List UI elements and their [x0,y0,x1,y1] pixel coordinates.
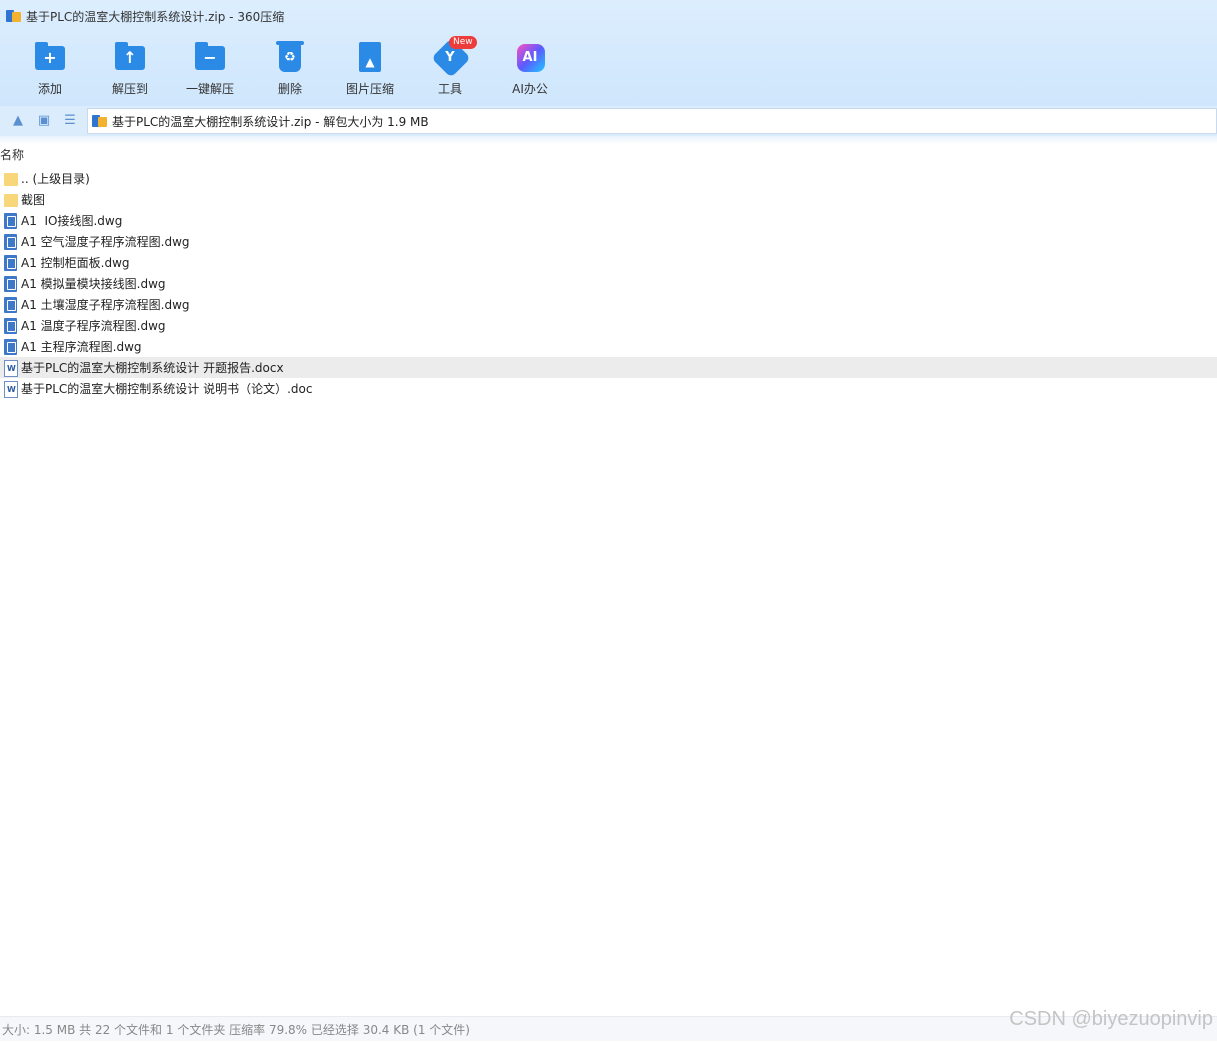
file-name: 基于PLC的温室大棚控制系统设计 开题报告.docx [21,361,284,375]
archive-icon [92,113,108,129]
app-window: 基于PLC的温室大棚控制系统设计.zip - 360压缩 + 添加 ↑ 解压到 … [0,0,1217,1042]
tools-button[interactable]: Y New 工具 [410,36,490,100]
title-bar: 基于PLC的温室大棚控制系统设计.zip - 360压缩 [0,0,1217,32]
folder-icon [4,192,18,208]
tools-label: 工具 [437,82,462,96]
image-compress-label: 图片压缩 [345,82,394,96]
dwg-file-icon [4,338,18,355]
file-name: A1 IO接线图.dwg [21,214,123,228]
folder-icon [4,171,18,187]
tools-icon: Y New [431,36,477,78]
file-name: A1 空气湿度子程序流程图.dwg [21,235,190,249]
file-row[interactable]: A1 空气湿度子程序流程图.dwg [0,231,1217,252]
file-row[interactable]: A1 土壤湿度子程序流程图.dwg [0,294,1217,315]
file-row[interactable]: A1 模拟量模块接线图.dwg [0,273,1217,294]
add-folder-icon: + [33,40,67,74]
dwg-file-icon [4,233,18,250]
dwg-file-icon [4,212,18,229]
extract-to-button[interactable]: ↑ 解压到 [90,36,170,100]
new-badge: New [449,36,477,49]
file-name: 截图 [21,193,46,207]
file-row[interactable]: A1 IO接线图.dwg [0,210,1217,231]
word-doc-icon: W [4,359,18,377]
ai-office-label: AI办公 [512,82,548,96]
file-row[interactable]: A1 主程序流程图.dwg [0,336,1217,357]
dwg-file-icon [4,254,18,271]
image-compress-button[interactable]: ▲ 图片压缩 [330,36,410,100]
thumbnail-view-icon[interactable]: ▣ [36,113,52,129]
dwg-file-icon [4,296,18,313]
file-row[interactable]: 截图 [0,189,1217,210]
list-view-icon[interactable]: ☰ [62,113,78,129]
ai-office-button[interactable]: AI AI办公 [490,36,570,100]
extract-to-label: 解压到 [111,82,148,96]
column-name-label: 名称 [0,148,25,162]
address-bar[interactable]: 基于PLC的温室大棚控制系统设计.zip - 解包大小为 1.9 MB [87,108,1217,134]
file-name: A1 模拟量模块接线图.dwg [21,277,166,291]
archive-app-icon [6,8,22,24]
file-name: A1 温度子程序流程图.dwg [21,319,166,333]
image-compress-icon: ▲ [353,40,387,74]
main-toolbar: + 添加 ↑ 解压到 − 一键解压 ♻ 删除 ▲ 图片压缩 Y New 工具 A… [0,36,1217,100]
file-name: 基于PLC的温室大棚控制系统设计 说明书（论文）.doc [21,382,313,396]
extract-to-icon: ↑ [113,40,147,74]
header-divider [0,136,1217,144]
file-name: A1 主程序流程图.dwg [21,340,142,354]
dwg-file-icon [4,275,18,292]
file-row[interactable]: A1 温度子程序流程图.dwg [0,315,1217,336]
status-text: 大小: 1.5 MB 共 22 个文件和 1 个文件夹 压缩率 79.8% 已经… [2,1022,470,1037]
add-button[interactable]: + 添加 [10,36,90,100]
dwg-file-icon [4,317,18,334]
delete-button[interactable]: ♻ 删除 [250,36,330,100]
delete-icon: ♻ [273,40,307,74]
word-doc-icon: W [4,380,18,398]
up-level-icon[interactable]: ▲ [10,113,26,129]
toolbar-area: 基于PLC的温室大棚控制系统设计.zip - 360压缩 + 添加 ↑ 解压到 … [0,0,1217,106]
file-row[interactable]: W 基于PLC的温室大棚控制系统设计 说明书（论文）.doc [0,378,1217,399]
one-click-extract-label: 一键解压 [185,82,234,96]
ai-icon-text: AI [522,50,538,65]
file-row[interactable]: A1 控制柜面板.dwg [0,252,1217,273]
file-row[interactable]: W 基于PLC的温室大棚控制系统设计 开题报告.docx [0,357,1217,378]
file-row[interactable]: .. (上级目录) [0,168,1217,189]
delete-label: 删除 [277,82,302,96]
watermark: CSDN @biyezuopinvip [1009,1008,1213,1030]
ai-office-icon: AI [513,40,547,74]
file-name: A1 土壤湿度子程序流程图.dwg [21,298,190,312]
window-title: 基于PLC的温室大棚控制系统设计.zip - 360压缩 [26,9,285,24]
file-name: .. (上级目录) [21,172,90,186]
file-list: .. (上级目录) 截图 A1 IO接线图.dwg A1 空气湿度子程序流程图.dwg… [0,168,1217,399]
one-click-extract-button[interactable]: − 一键解压 [170,36,250,100]
file-name: A1 控制柜面板.dwg [21,256,130,270]
address-text: 基于PLC的温室大棚控制系统设计.zip - 解包大小为 1.9 MB [112,114,429,129]
add-label: 添加 [37,82,62,96]
address-row: ▲ ▣ ☰ 基于PLC的温室大棚控制系统设计.zip - 解包大小为 1.9 M… [0,106,1217,136]
column-header-name[interactable]: 名称 [0,146,1217,164]
one-click-extract-icon: − [193,40,227,74]
